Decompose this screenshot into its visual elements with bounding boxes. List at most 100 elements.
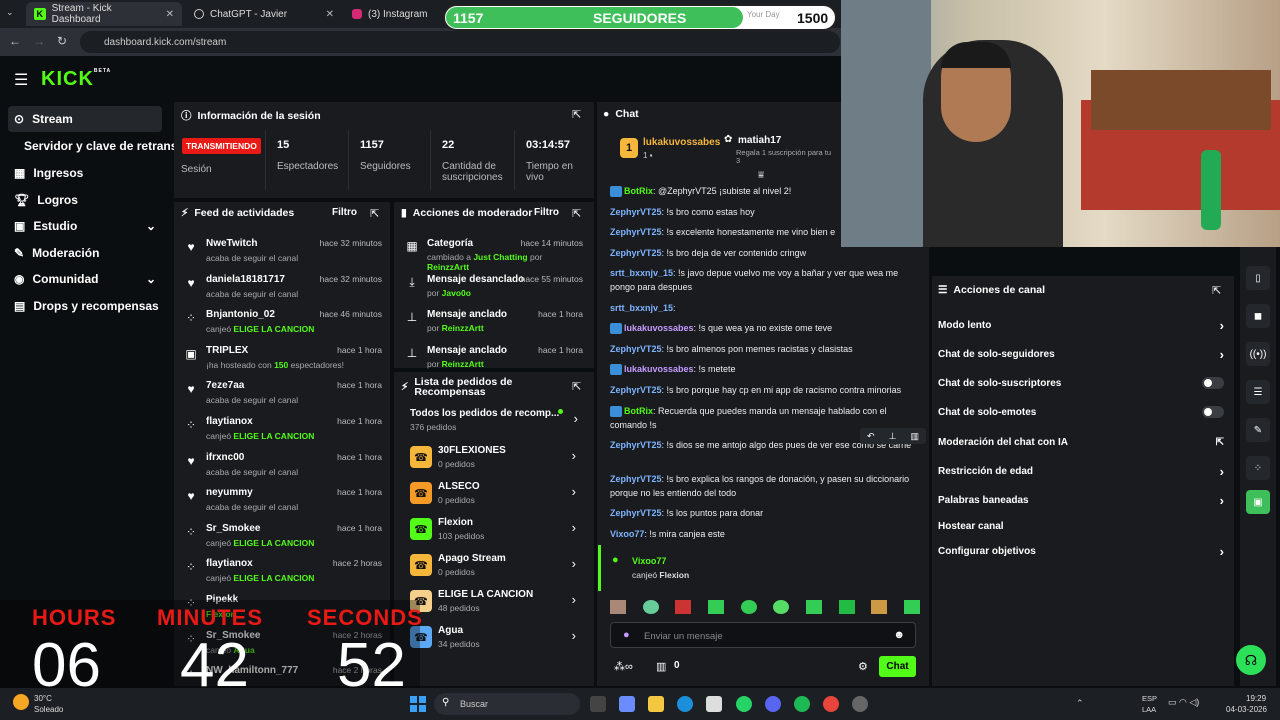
feed-user[interactable]: neyummy	[206, 487, 253, 498]
sidebar-item-comunidad[interactable]: ◉ Comunidad ⌄	[8, 266, 162, 292]
gift-user[interactable]: matiah17	[738, 135, 781, 146]
chat-username[interactable]: srtt_bxxnjv_15	[610, 303, 673, 313]
taskbar-search[interactable]: ⚲ Buscar	[434, 693, 580, 715]
chat-message[interactable]: ZephyrVT25: !s los puntos para donar	[610, 506, 920, 520]
app-icon[interactable]: ▣	[1246, 490, 1270, 514]
points-icon[interactable]: ⁂∞	[614, 660, 633, 673]
whatsapp-icon[interactable]	[736, 696, 752, 712]
tab-kick-dashboard[interactable]: K Stream - Kick Dashboard ✕	[26, 2, 182, 26]
mod-sub-highlight[interactable]: ReinzzArtt	[442, 323, 484, 333]
gear-icon[interactable]: ⚙	[858, 660, 868, 673]
mod-sub-highlight[interactable]: ReinzzArtt	[442, 359, 484, 369]
chrome-icon[interactable]	[823, 696, 839, 712]
edge-icon[interactable]	[677, 696, 693, 712]
mod-action-item[interactable]: ⤓ Mensaje desanclado hace 55 minutos por Ja…	[405, 273, 583, 307]
tab-instagram[interactable]: (3) Instagram	[344, 2, 444, 26]
clock-time[interactable]: 19:29	[1246, 694, 1266, 703]
chat-message[interactable]: ZephyrVT25: !s bro almenos pon memes rac…	[610, 342, 920, 356]
feed-user[interactable]: flaytianox	[206, 558, 253, 569]
expand-icon[interactable]: ⩸	[758, 170, 764, 181]
support-icon[interactable]: ☊	[1236, 645, 1266, 675]
tab-chatgpt[interactable]: ChatGPT - Javier ✕	[186, 2, 342, 26]
chat-username[interactable]: BotRix	[624, 406, 653, 416]
copilot-icon[interactable]	[619, 696, 635, 712]
chat-message[interactable]: Vixoo77: !s mira canjea este	[610, 527, 920, 541]
chat-username[interactable]: ZephyrVT25	[610, 207, 662, 217]
feed-item[interactable]: ▣ TRIPLEX hace 1 hora ¡ha hosteado con 150 …	[184, 343, 382, 377]
rewards-all-row[interactable]: Todos los pedidos de recomp... 376 pedid…	[410, 407, 582, 437]
delete-icon[interactable]: ▥	[910, 431, 919, 442]
feed-item[interactable]: ♥ daniela18181717 hace 32 minutos acaba de …	[184, 272, 382, 306]
chat-icon[interactable]: ◼	[1246, 304, 1270, 328]
toggle-switch[interactable]	[1202, 377, 1224, 389]
channel-action-item[interactable]: Chat de solo-suscriptores	[938, 371, 1228, 395]
feed-user[interactable]: NweTwitch	[206, 238, 257, 249]
mic-icon[interactable]: ●	[623, 629, 630, 641]
feed-user[interactable]: daniela18181717	[206, 274, 285, 285]
sidebar-item-drops[interactable]: ▤ Drops y recompensas	[8, 293, 162, 319]
chat-message[interactable]: lukakuvossabes: !s que wea ya no existe …	[610, 321, 920, 335]
chat-message[interactable]: ZephyrVT25: !s bro deja de ver contenido…	[610, 246, 920, 260]
users-icon[interactable]: ⁘	[1246, 456, 1270, 480]
channel-action-item[interactable]: Configurar objetivos ›	[938, 539, 1228, 563]
sidebar-item-server-key[interactable]: Servidor y clave de retransm	[18, 133, 178, 159]
chat-username[interactable]: ZephyrVT25	[610, 248, 662, 258]
chat-username[interactable]: ZephyrVT25	[610, 227, 662, 237]
reward-item[interactable]: ☎ Agua 34 pedidos ›	[410, 624, 580, 658]
chat-message[interactable]: lukakuvossabes: !s metete	[610, 362, 920, 376]
popout-icon[interactable]: ⇱	[572, 108, 581, 121]
reward-item[interactable]: ☎ Flexion 103 pedidos ›	[410, 516, 580, 550]
sidebar-item-estudio[interactable]: ▣ Estudio ⌄	[8, 213, 162, 239]
chat-message[interactable]: srtt_bxxnjv_15: !s javo depue vuelvo me …	[610, 266, 920, 294]
mod-filter-button[interactable]: Filtro	[534, 207, 559, 218]
feed-user[interactable]: Bnjantonio_02	[206, 309, 275, 320]
channel-action-item[interactable]: Restricción de edad ›	[938, 459, 1228, 483]
obs-icon[interactable]	[852, 696, 868, 712]
chat-username[interactable]: ZephyrVT25	[610, 344, 662, 354]
spotify-icon[interactable]	[794, 696, 810, 712]
popout-icon[interactable]: ⇱	[572, 380, 581, 393]
redeem-user[interactable]: Vixoo77	[632, 556, 666, 566]
task-view-icon[interactable]	[590, 696, 606, 712]
feed-user[interactable]: ifrxnc00	[206, 452, 244, 463]
feed-item[interactable]: ♥ ifrxnc00 hace 1 hora acaba de seguir el c…	[184, 450, 382, 484]
reward-item[interactable]: ☎ ELIGE LA CANCION 48 pedidos ›	[410, 588, 580, 622]
hamburger-menu-icon[interactable]: ☰	[14, 70, 28, 90]
channel-action-item[interactable]: Palabras baneadas ›	[938, 488, 1228, 512]
mod-action-item[interactable]: ⊥ Mensaje anclado hace 1 hora por ReinzzArt…	[405, 308, 583, 342]
pin-icon[interactable]: ⊥	[889, 431, 897, 442]
feed-filter-button[interactable]: Filtro	[332, 207, 357, 218]
toggle-switch[interactable]	[1202, 406, 1224, 418]
tab-list-icon[interactable]: ⌄	[6, 7, 14, 18]
emoji-icon[interactable]: ☻	[893, 629, 905, 641]
feed-user[interactable]: TRIPLEX	[206, 345, 248, 356]
feed-item[interactable]: ♥ neyummy hace 1 hora acaba de seguir el ca…	[184, 485, 382, 519]
chat-message[interactable]: ZephyrVT25: !s bro explica los rangos de…	[610, 472, 920, 500]
chat-username[interactable]: ZephyrVT25	[610, 440, 662, 450]
mod-sub-highlight[interactable]: Javo0o	[442, 288, 471, 298]
channel-action-item[interactable]: Moderación del chat con IA ⇱	[938, 430, 1228, 454]
mod-sub-highlight[interactable]: Just Chatting	[473, 252, 527, 262]
chat-username[interactable]: ZephyrVT25	[610, 508, 662, 518]
chat-username[interactable]: ZephyrVT25	[610, 385, 662, 395]
feed-item[interactable]: ⁘ Sr_Smokee hace 1 hora canjeó ELIGE LA CAN…	[184, 521, 382, 555]
feed-item[interactable]: ⁘ flaytianox hace 1 hora canjeó ELIGE LA CA…	[184, 414, 382, 448]
send-chat-button[interactable]: Chat	[879, 656, 916, 677]
kick-logo[interactable]: KICKBETA	[41, 68, 111, 91]
sidebar-item-ingresos[interactable]: ▦ Ingresos	[8, 160, 162, 186]
chat-message[interactable]: ZephyrVT25: !s bro porque hay cp en mi a…	[610, 383, 920, 397]
popout-icon[interactable]: ⇱	[572, 207, 581, 220]
sidebar-item-stream[interactable]: ⊙ Stream	[8, 106, 162, 132]
windows-start-icon[interactable]	[410, 696, 426, 712]
close-icon[interactable]: ✕	[326, 9, 334, 20]
chat-username[interactable]: lukakuvossabes	[624, 323, 694, 333]
pinned-user[interactable]: lukakuvossabes	[643, 137, 720, 148]
feed-item[interactable]: ⁘ Bnjantonio_02 hace 46 minutos canjeó ELIG…	[184, 307, 382, 341]
feed-user[interactable]: flaytianox	[206, 416, 253, 427]
reply-icon[interactable]: ↶	[867, 431, 875, 442]
store-icon[interactable]: ▥	[656, 660, 666, 673]
tray-icons[interactable]: ▭ ◠ ◁)	[1168, 697, 1199, 708]
mod-sub-highlight[interactable]: ReinzzArtt	[427, 262, 469, 272]
broadcast-icon[interactable]: ((•))	[1246, 342, 1270, 366]
store-app-icon[interactable]	[706, 696, 722, 712]
